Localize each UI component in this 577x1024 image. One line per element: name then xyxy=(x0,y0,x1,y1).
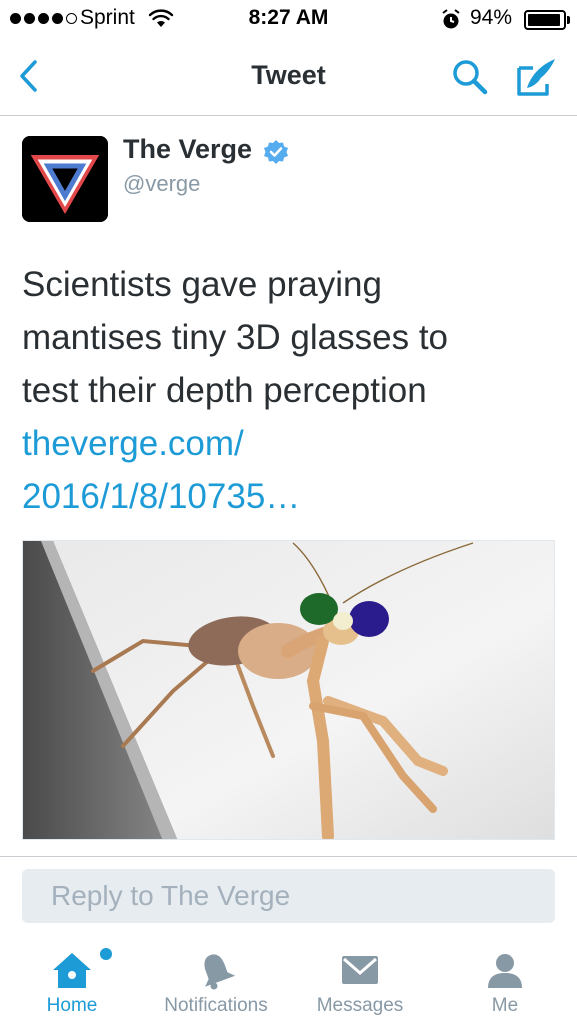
tab-label: Messages xyxy=(316,995,404,1016)
tab-messages[interactable]: Messages xyxy=(295,940,425,1024)
search-icon[interactable] xyxy=(450,57,490,97)
tab-label: Notifications xyxy=(164,995,268,1016)
author-display-name[interactable]: The Verge xyxy=(123,134,252,165)
tab-home[interactable]: Home xyxy=(7,940,137,1024)
page-title: Tweet xyxy=(251,60,326,90)
battery-icon xyxy=(524,10,566,30)
tweet-link-line[interactable]: 2016/1/8/10735… xyxy=(22,470,562,523)
author-handle[interactable]: @verge xyxy=(123,171,200,197)
tab-me[interactable]: Me xyxy=(440,940,570,1024)
envelope-icon xyxy=(342,956,378,984)
reply-placeholder: Reply to The Verge xyxy=(51,880,291,911)
tweet-link[interactable]: theverge.com/ 2016/1/8/10735… xyxy=(22,417,562,523)
tweet-text-line: Scientists gave praying xyxy=(22,265,382,304)
verified-badge-icon xyxy=(264,140,288,164)
tweet-link-line[interactable]: theverge.com/ xyxy=(22,417,562,470)
person-icon xyxy=(488,954,522,988)
battery-percent: 94% xyxy=(470,6,513,29)
divider xyxy=(0,856,577,857)
tweet-media-image[interactable] xyxy=(22,540,555,840)
reply-input[interactable]: Reply to The Verge xyxy=(22,869,555,923)
status-bar: Sprint 8:27 AM 94% xyxy=(0,0,577,40)
alarm-icon xyxy=(442,9,460,29)
tab-label: Me xyxy=(491,995,519,1016)
compose-icon[interactable] xyxy=(515,56,559,98)
author-avatar[interactable] xyxy=(22,136,108,222)
tab-bar: Home Notifications Messages Me xyxy=(0,940,577,1024)
tab-label: Home xyxy=(46,995,98,1016)
bell-icon xyxy=(204,954,236,990)
tweet-text-line: mantises tiny 3D glasses to xyxy=(22,318,449,357)
tab-notifications[interactable]: Notifications xyxy=(151,940,281,1024)
new-content-badge xyxy=(100,948,112,960)
tweet-text: Scientists gave praying mantises tiny 3D… xyxy=(22,258,562,417)
navigation-bar: Tweet xyxy=(0,40,577,116)
tweet-text-line: test their depth perception xyxy=(22,371,427,410)
home-icon xyxy=(53,953,91,988)
